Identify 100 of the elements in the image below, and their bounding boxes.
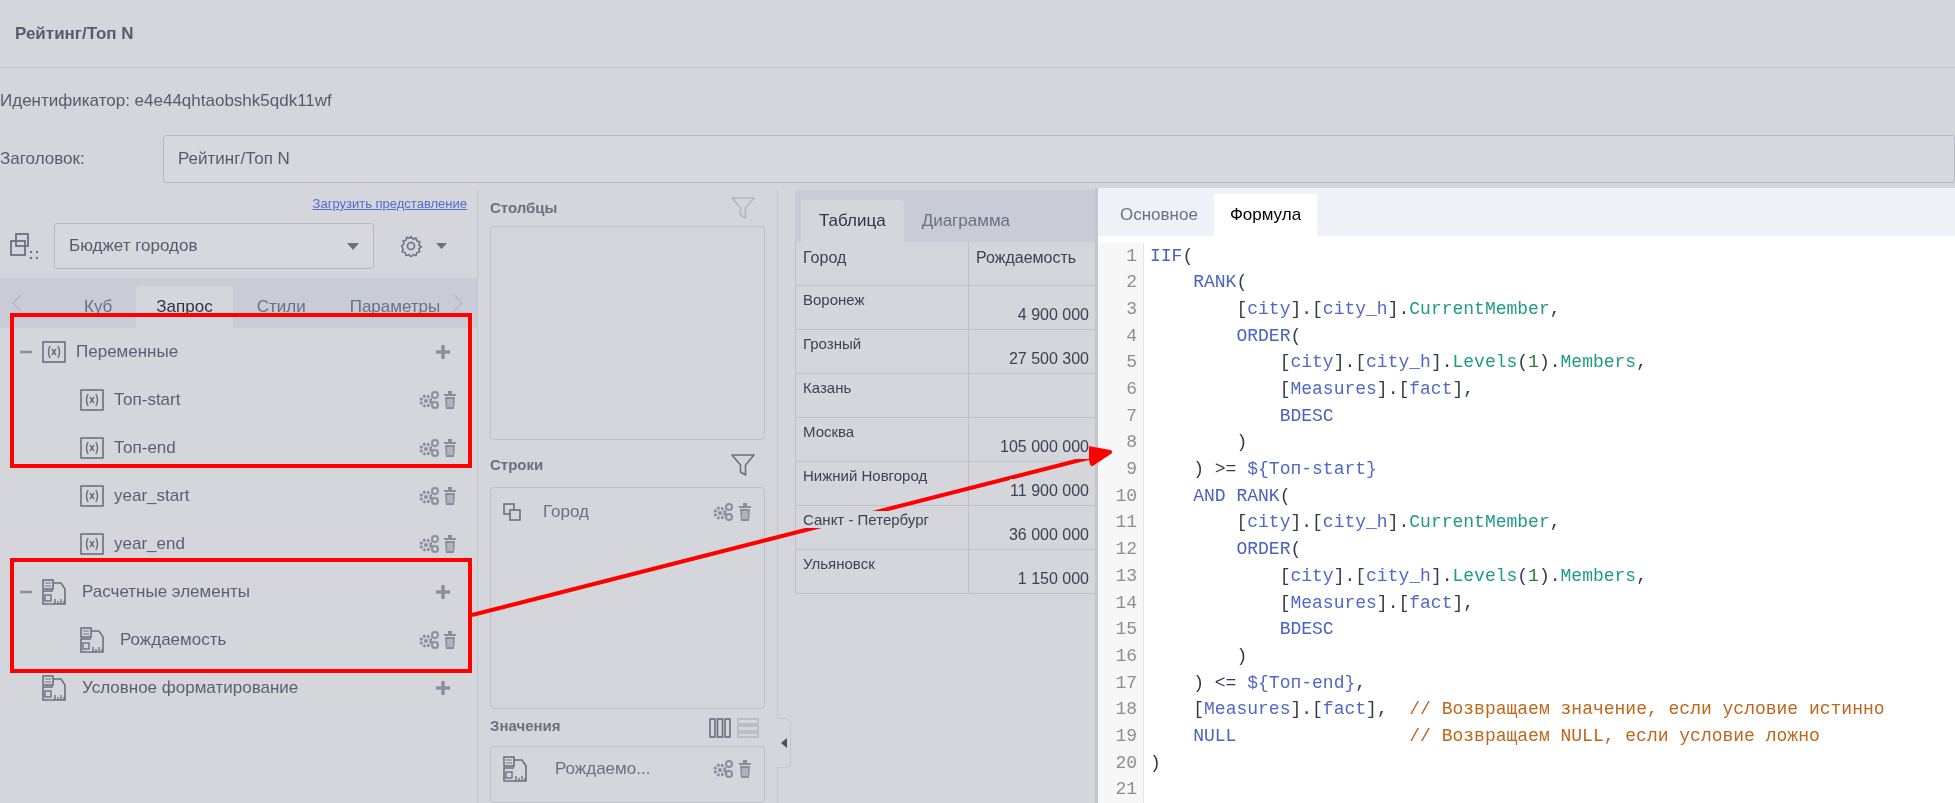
tab[interactable]: Формула: [1213, 193, 1318, 236]
code-token: ORDER: [1236, 539, 1291, 560]
trash-icon[interactable]: [738, 759, 752, 778]
code-token: ].[: [1290, 298, 1323, 319]
code-token: ,: [1549, 298, 1561, 319]
code-token: ].[: [1376, 592, 1410, 613]
rows-layout-icon[interactable]: [737, 717, 759, 738]
code-token: Members: [1560, 352, 1637, 373]
tab[interactable]: Запрос: [136, 286, 233, 328]
line-number: 10: [1115, 484, 1137, 508]
settings-icon: [400, 235, 422, 257]
plus-icon[interactable]: [435, 344, 451, 360]
code-token: [: [1279, 592, 1291, 613]
identifier-text: Идентификатор: e4e44qhtaobshk5qdk11wf: [0, 90, 332, 113]
code-token: ,: [1636, 352, 1647, 373]
tree-item-label[interactable]: year_end: [114, 531, 418, 557]
tab[interactable]: Таблица: [801, 200, 904, 242]
chevron-left-icon[interactable]: [12, 294, 22, 312]
caret-icon: [347, 242, 359, 250]
chevron-right-icon[interactable]: [453, 294, 463, 312]
code-token: fact: [1409, 379, 1453, 399]
plus-icon[interactable]: [435, 584, 451, 600]
collapse-handle[interactable]: [777, 718, 791, 768]
gears-icon[interactable]: [418, 486, 440, 506]
tree-item-label[interactable]: Переменные: [76, 339, 435, 365]
code-token: (: [1236, 272, 1248, 293]
tree-item-label[interactable]: Расчетные элементы: [82, 579, 435, 605]
code-token: city: [1247, 298, 1291, 319]
code-token: // Возвращаем значение, если условие истинно: [1409, 699, 1885, 720]
field-label[interactable]: Рождаемо...: [555, 755, 712, 782]
triangle-left-icon: [780, 738, 787, 748]
code-token: [: [1236, 298, 1248, 319]
gears-icon[interactable]: [418, 438, 440, 458]
columns-layout-icon[interactable]: [709, 717, 731, 738]
code-token: ],: [1366, 699, 1388, 720]
field-label[interactable]: Город: [543, 499, 712, 525]
code-token: ].[: [1376, 379, 1410, 399]
code-token: city: [1247, 512, 1291, 533]
code-token: Measures: [1290, 592, 1377, 613]
tree-item-label[interactable]: Топ-start: [114, 387, 418, 413]
gears-icon[interactable]: [418, 630, 440, 650]
code-token: ,: [1549, 512, 1561, 533]
code-token: Measures: [1290, 379, 1377, 399]
column-header: Город: [796, 242, 969, 285]
line-number: 5: [1126, 351, 1137, 375]
tree-item-label[interactable]: Рождаемость: [120, 627, 418, 653]
tree-item-label[interactable]: Топ-end: [114, 435, 418, 461]
tab[interactable]: Диаграмма: [903, 200, 1029, 242]
line-number: 17: [1115, 671, 1137, 695]
filter-icon[interactable]: [731, 197, 755, 220]
tree-item-label[interactable]: Условное форматирование: [82, 675, 435, 701]
variable-icon: [80, 437, 104, 459]
gears-icon[interactable]: [712, 758, 734, 779]
line-number: 2: [1126, 271, 1137, 295]
tab[interactable]: Параметры: [329, 286, 461, 328]
tab[interactable]: Стили: [236, 286, 326, 328]
gears-icon[interactable]: [418, 534, 440, 554]
line-number: 8: [1126, 431, 1137, 455]
gears-icon[interactable]: [712, 502, 734, 523]
table-cell: Санкт - Петербург: [803, 511, 929, 528]
code-token: ORDER: [1236, 325, 1291, 346]
caret-icon: [436, 243, 447, 249]
filter-icon[interactable]: [731, 454, 755, 477]
trash-icon[interactable]: [443, 487, 457, 505]
code-token: Levels: [1452, 565, 1518, 586]
cube-dropdown[interactable]: Бюджет городов: [54, 223, 374, 269]
code-token: Measures: [1204, 699, 1291, 720]
trash-icon[interactable]: [443, 439, 457, 457]
table-cell: Нижний Новгород: [803, 467, 928, 484]
code-token: ) >=: [1193, 459, 1238, 480]
code-token: AND: [1193, 485, 1226, 506]
trash-icon[interactable]: [443, 631, 457, 649]
trash-icon[interactable]: [443, 391, 457, 409]
code-token: ,: [1355, 672, 1367, 693]
line-number: 4: [1126, 324, 1137, 348]
tab[interactable]: Куб: [64, 286, 133, 328]
code-token: ).: [1538, 352, 1561, 373]
tab[interactable]: Основное: [1104, 193, 1214, 236]
code-token: ],: [1452, 592, 1475, 613]
code-token: ${Топ-start}: [1247, 459, 1377, 480]
trash-icon[interactable]: [443, 535, 457, 553]
code-token: city_h: [1322, 512, 1388, 533]
code-token: fact: [1409, 592, 1453, 613]
code-token: CurrentMember: [1409, 298, 1550, 319]
code-token: BDESC: [1279, 405, 1334, 426]
code-token: ${Топ-end}: [1247, 672, 1356, 693]
tree-item-label[interactable]: year_start: [114, 483, 418, 509]
load-view-link[interactable]: Загрузить представление: [312, 194, 467, 214]
plus-icon[interactable]: [435, 680, 451, 696]
gears-icon[interactable]: [418, 390, 440, 410]
trash-icon[interactable]: [738, 503, 752, 522]
code-token: ].[: [1290, 699, 1323, 720]
code-token: ,: [1636, 565, 1647, 586]
line-number: 1: [1126, 244, 1137, 268]
heading-input[interactable]: Рейтинг/Топ N: [163, 135, 1955, 183]
code-token: city_h: [1322, 298, 1388, 319]
code-token: ) <=: [1193, 672, 1238, 693]
variable-icon: [42, 341, 66, 363]
code-token: ): [1236, 645, 1248, 666]
code-token: 1: [1528, 352, 1539, 373]
